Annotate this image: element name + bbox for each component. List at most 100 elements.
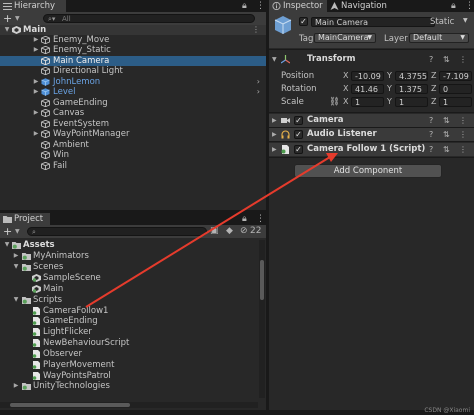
more-menu-icon[interactable]: ⋮ bbox=[465, 1, 474, 11]
scale-z-field[interactable]: 1 bbox=[439, 97, 472, 107]
project-item-scripts[interactable]: ▼ Scripts bbox=[0, 295, 266, 305]
hierarchy-item-gameending[interactable]: GameEnding bbox=[0, 98, 266, 108]
hierarchy-item-canvas[interactable]: ▶ Canvas bbox=[0, 108, 266, 118]
scale-x-field[interactable]: 1 bbox=[351, 97, 384, 107]
component-menu-icon[interactable]: ⋮ bbox=[459, 129, 467, 140]
project-item-gameending[interactable]: GameEnding bbox=[0, 316, 266, 326]
project-item-main-scene[interactable]: Main bbox=[0, 284, 266, 294]
position-z-field[interactable]: -7.109 bbox=[439, 71, 472, 81]
chevron-down-icon[interactable]: ▼ bbox=[15, 228, 20, 235]
more-menu-icon[interactable]: ⋮ bbox=[256, 1, 265, 11]
object-name-field[interactable]: Main Camera bbox=[311, 17, 435, 27]
expand-arrow-icon[interactable]: ▶ bbox=[32, 35, 40, 45]
project-item-assets[interactable]: ▼ Assets bbox=[0, 240, 266, 250]
component-menu-icon[interactable]: ⋮ bbox=[459, 54, 467, 65]
prefab-open-icon[interactable]: › bbox=[257, 77, 260, 87]
chevron-down-icon[interactable]: ▼ bbox=[15, 15, 20, 22]
hierarchy-item-enemy-move[interactable]: ▶ Enemy_Move bbox=[0, 35, 266, 45]
project-horizontal-scrollbar[interactable] bbox=[0, 402, 258, 408]
tab-navigation[interactable]: Navigation bbox=[327, 0, 393, 12]
expand-arrow-icon[interactable]: ▼ bbox=[12, 295, 20, 305]
hierarchy-item-johnlemon[interactable]: ▶ JohnLemon › bbox=[0, 77, 266, 87]
camera-follow-component-header[interactable]: ▶ ✓ Camera Follow 1 (Script) ? ⇅ ⋮ bbox=[269, 143, 474, 156]
position-y-field[interactable]: 4.3755 bbox=[395, 71, 428, 81]
foldout-arrow-icon[interactable]: ▼ bbox=[272, 54, 277, 65]
scrollbar-thumb[interactable] bbox=[10, 403, 130, 407]
project-item-camerafollow1[interactable]: CameraFollow1 bbox=[0, 306, 266, 316]
lock-icon[interactable]: 🔒︎ bbox=[242, 214, 247, 224]
help-icon[interactable]: ? bbox=[429, 115, 433, 126]
foldout-arrow-icon[interactable]: ▶ bbox=[272, 144, 277, 155]
audio-listener-component-header[interactable]: ▶ ✓ Audio Listener ? ⇅ ⋮ bbox=[269, 128, 474, 141]
project-item-playermovement[interactable]: PlayerMovement bbox=[0, 360, 266, 370]
lock-icon[interactable]: 🔒︎ bbox=[451, 1, 456, 11]
hierarchy-item-win[interactable]: Win bbox=[0, 150, 266, 160]
preset-icon[interactable]: ⇅ bbox=[443, 129, 450, 140]
expand-arrow-icon[interactable]: ▼ bbox=[12, 262, 20, 272]
expand-arrow-icon[interactable]: ▶ bbox=[32, 77, 40, 87]
expand-arrow-icon[interactable]: ▼ bbox=[3, 25, 11, 35]
project-vertical-scrollbar[interactable] bbox=[259, 240, 265, 398]
create-button[interactable]: + bbox=[3, 12, 12, 25]
active-checkbox[interactable]: ✓ bbox=[299, 17, 308, 26]
hierarchy-item-level[interactable]: ▶ Level › bbox=[0, 87, 266, 97]
project-item-lightflicker[interactable]: LightFlicker bbox=[0, 327, 266, 337]
tab-inspector[interactable]: Inspector bbox=[269, 0, 327, 12]
create-button[interactable]: + bbox=[3, 225, 12, 238]
expand-arrow-icon[interactable]: ▶ bbox=[12, 381, 20, 391]
scene-menu-icon[interactable]: ⋮ bbox=[252, 25, 260, 35]
link-scale-icon[interactable]: ⛓︎ bbox=[329, 97, 340, 107]
scale-y-field[interactable]: 1 bbox=[395, 97, 428, 107]
hierarchy-item-eventsystem[interactable]: EventSystem bbox=[0, 119, 266, 129]
project-item-observer[interactable]: Observer bbox=[0, 349, 266, 359]
preset-icon[interactable]: ⇅ bbox=[443, 115, 450, 126]
position-x-field[interactable]: -10.09 bbox=[351, 71, 384, 81]
hidden-packages-icon[interactable]: ⊘ bbox=[240, 226, 248, 236]
camera-component-header[interactable]: ▶ ✓ Camera ? ⇅ ⋮ bbox=[269, 114, 474, 127]
expand-arrow-icon[interactable]: ▼ bbox=[3, 240, 11, 250]
component-menu-icon[interactable]: ⋮ bbox=[459, 144, 467, 155]
hierarchy-item-enemy-static[interactable]: ▶ Enemy_Static bbox=[0, 45, 266, 55]
expand-arrow-icon[interactable]: ▶ bbox=[32, 129, 40, 139]
help-icon[interactable]: ? bbox=[429, 129, 433, 140]
project-item-unitytechnologies[interactable]: ▶ UnityTechnologies bbox=[0, 381, 266, 391]
preset-icon[interactable]: ⇅ bbox=[443, 144, 450, 155]
static-dropdown-icon[interactable]: ▼ bbox=[463, 17, 468, 24]
camera-follow-enabled-checkbox[interactable]: ✓ bbox=[294, 145, 303, 154]
hierarchy-item-directional-light[interactable]: Directional Light bbox=[0, 66, 266, 76]
rotation-x-field[interactable]: 41.46 bbox=[351, 84, 384, 94]
hierarchy-item-fail[interactable]: Fail bbox=[0, 161, 266, 171]
camera-enabled-checkbox[interactable]: ✓ bbox=[294, 116, 303, 125]
expand-arrow-icon[interactable]: ▶ bbox=[32, 45, 40, 55]
tag-dropdown[interactable]: MainCamera ▼ bbox=[314, 33, 376, 43]
lock-icon[interactable]: 🔒︎ bbox=[242, 1, 247, 11]
help-icon[interactable]: ? bbox=[429, 144, 433, 155]
scrollbar-thumb[interactable] bbox=[260, 260, 264, 300]
rotation-z-field[interactable]: 0 bbox=[439, 84, 472, 94]
hierarchy-item-ambient[interactable]: Ambient bbox=[0, 140, 266, 150]
project-item-scenes[interactable]: ▼ Scenes bbox=[0, 262, 266, 272]
foldout-arrow-icon[interactable]: ▶ bbox=[272, 129, 277, 140]
add-component-button[interactable]: Add Component bbox=[294, 164, 442, 178]
project-item-newbehaviourscript[interactable]: NewBehaviourScript bbox=[0, 338, 266, 348]
tab-hierarchy[interactable]: Hierarchy bbox=[0, 0, 66, 12]
hierarchy-item-main-camera[interactable]: Main Camera bbox=[0, 56, 266, 66]
expand-arrow-icon[interactable]: ▶ bbox=[32, 87, 40, 97]
project-item-myanimators[interactable]: ▶ MyAnimators bbox=[0, 251, 266, 261]
project-item-waypointspatrol[interactable]: WayPointsPatrol bbox=[0, 371, 266, 381]
tab-project[interactable]: Project bbox=[0, 213, 50, 225]
component-menu-icon[interactable]: ⋮ bbox=[459, 115, 467, 126]
project-item-samplescene[interactable]: SampleScene bbox=[0, 273, 266, 283]
hierarchy-item-waypointmanager[interactable]: ▶ WayPointManager bbox=[0, 129, 266, 139]
search-by-type-icon[interactable]: ▣ bbox=[210, 226, 219, 236]
audio-listener-enabled-checkbox[interactable]: ✓ bbox=[294, 130, 303, 139]
scene-row-main[interactable]: ▼ Main ⋮ bbox=[0, 25, 266, 35]
transform-component-header[interactable]: ▼ Transform ? ⇅ ⋮ bbox=[269, 53, 474, 66]
hierarchy-search-input[interactable]: ⌕▾ All bbox=[43, 14, 255, 23]
search-by-label-icon[interactable]: ◆ bbox=[226, 226, 233, 236]
more-menu-icon[interactable]: ⋮ bbox=[256, 214, 265, 224]
help-icon[interactable]: ? bbox=[429, 54, 433, 65]
preset-icon[interactable]: ⇅ bbox=[443, 54, 450, 65]
prefab-open-icon[interactable]: › bbox=[257, 87, 260, 97]
expand-arrow-icon[interactable]: ▶ bbox=[32, 108, 40, 118]
